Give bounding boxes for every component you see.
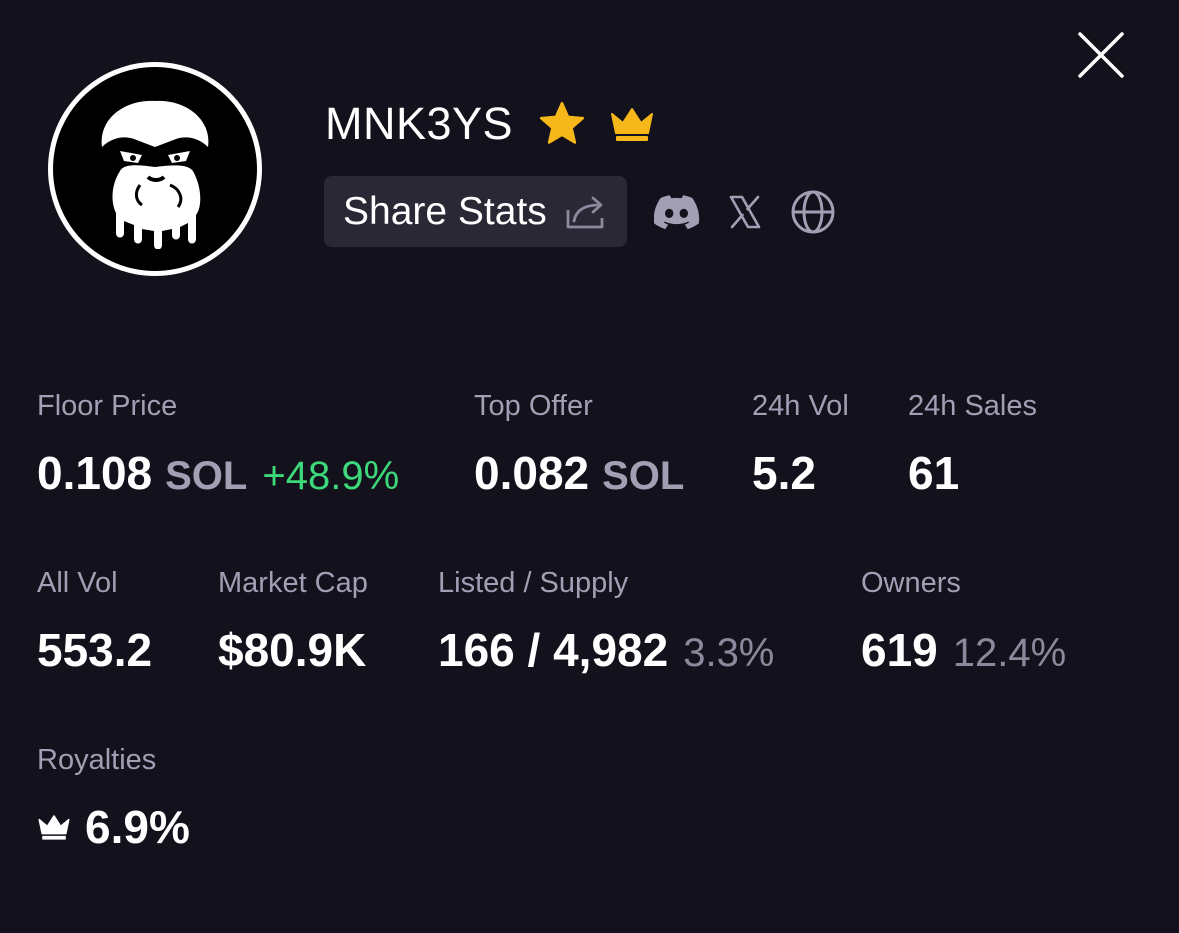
stat-label: Market Cap [218, 567, 368, 599]
listed-supply-value: 166 / 4,982 [438, 624, 669, 676]
collection-avatar [48, 62, 262, 276]
stat-24h-vol: 24h Vol 5.2 [752, 390, 849, 500]
share-stats-button[interactable]: Share Stats [324, 176, 627, 247]
close-icon [1078, 32, 1124, 78]
sales-24h-value-row: 61 [908, 446, 1037, 500]
share-stats-label: Share Stats [343, 189, 547, 233]
vol-24h-value: 5.2 [752, 447, 816, 499]
market-cap-value: $80.9K [218, 624, 367, 676]
star-icon [537, 100, 587, 148]
top-offer-value-row: 0.082 SOL [474, 446, 684, 500]
vol-24h-value-row: 5.2 [752, 446, 849, 500]
stat-label: Listed / Supply [438, 567, 629, 599]
globe-icon[interactable] [790, 189, 836, 235]
floor-price-value: 0.108 [37, 447, 153, 499]
actions-row: Share Stats [324, 176, 836, 247]
royalties-value: 6.9% [85, 801, 190, 853]
all-vol-value-row: 553.2 [37, 623, 152, 677]
top-offer-unit: SOL [602, 454, 685, 498]
share-icon [565, 194, 607, 230]
listed-supply-pct: 3.3% [683, 631, 775, 675]
all-vol-value: 553.2 [37, 624, 153, 676]
stat-label: Top Offer [474, 390, 593, 422]
sales-24h-value: 61 [908, 447, 960, 499]
market-cap-value-row: $80.9K [218, 623, 368, 677]
stat-market-cap: Market Cap $80.9K [218, 567, 368, 677]
floor-price-change: +48.9% [262, 454, 400, 498]
stat-label: Royalties [37, 744, 157, 776]
stat-listed-supply: Listed / Supply 166 / 4,982 3.3% [438, 567, 774, 677]
collection-header: MNK3YS [325, 96, 655, 152]
stat-floor-price: Floor Price 0.108 SOL +48.9% [37, 390, 399, 500]
stat-label: All Vol [37, 567, 118, 599]
crown-icon [37, 813, 71, 841]
stat-royalties: Royalties 6.9% [37, 744, 190, 854]
stat-top-offer: Top Offer 0.082 SOL [474, 390, 684, 500]
stat-label: Owners [861, 567, 961, 599]
discord-icon[interactable] [653, 194, 700, 230]
collection-name: MNK3YS [325, 98, 514, 149]
listed-supply-value-row: 166 / 4,982 3.3% [438, 623, 774, 677]
floor-price-value-row: 0.108 SOL +48.9% [37, 446, 399, 500]
stat-label: 24h Sales [908, 390, 1037, 422]
stat-label: 24h Vol [752, 390, 849, 422]
floor-price-unit: SOL [165, 454, 248, 498]
crown-icon [609, 106, 655, 142]
stat-label: Floor Price [37, 390, 178, 422]
stat-24h-sales: 24h Sales 61 [908, 390, 1037, 500]
top-offer-value: 0.082 [474, 447, 590, 499]
stat-all-vol: All Vol 553.2 [37, 567, 152, 677]
owners-value-row: 619 12.4% [861, 623, 1066, 677]
royalties-value-row: 6.9% [37, 800, 190, 854]
stat-owners: Owners 619 12.4% [861, 567, 1066, 677]
gorilla-logo-icon [101, 100, 209, 249]
close-button[interactable] [1076, 30, 1126, 80]
owners-value: 619 [861, 624, 938, 676]
owners-pct: 12.4% [952, 631, 1067, 675]
x-icon[interactable] [728, 195, 762, 229]
